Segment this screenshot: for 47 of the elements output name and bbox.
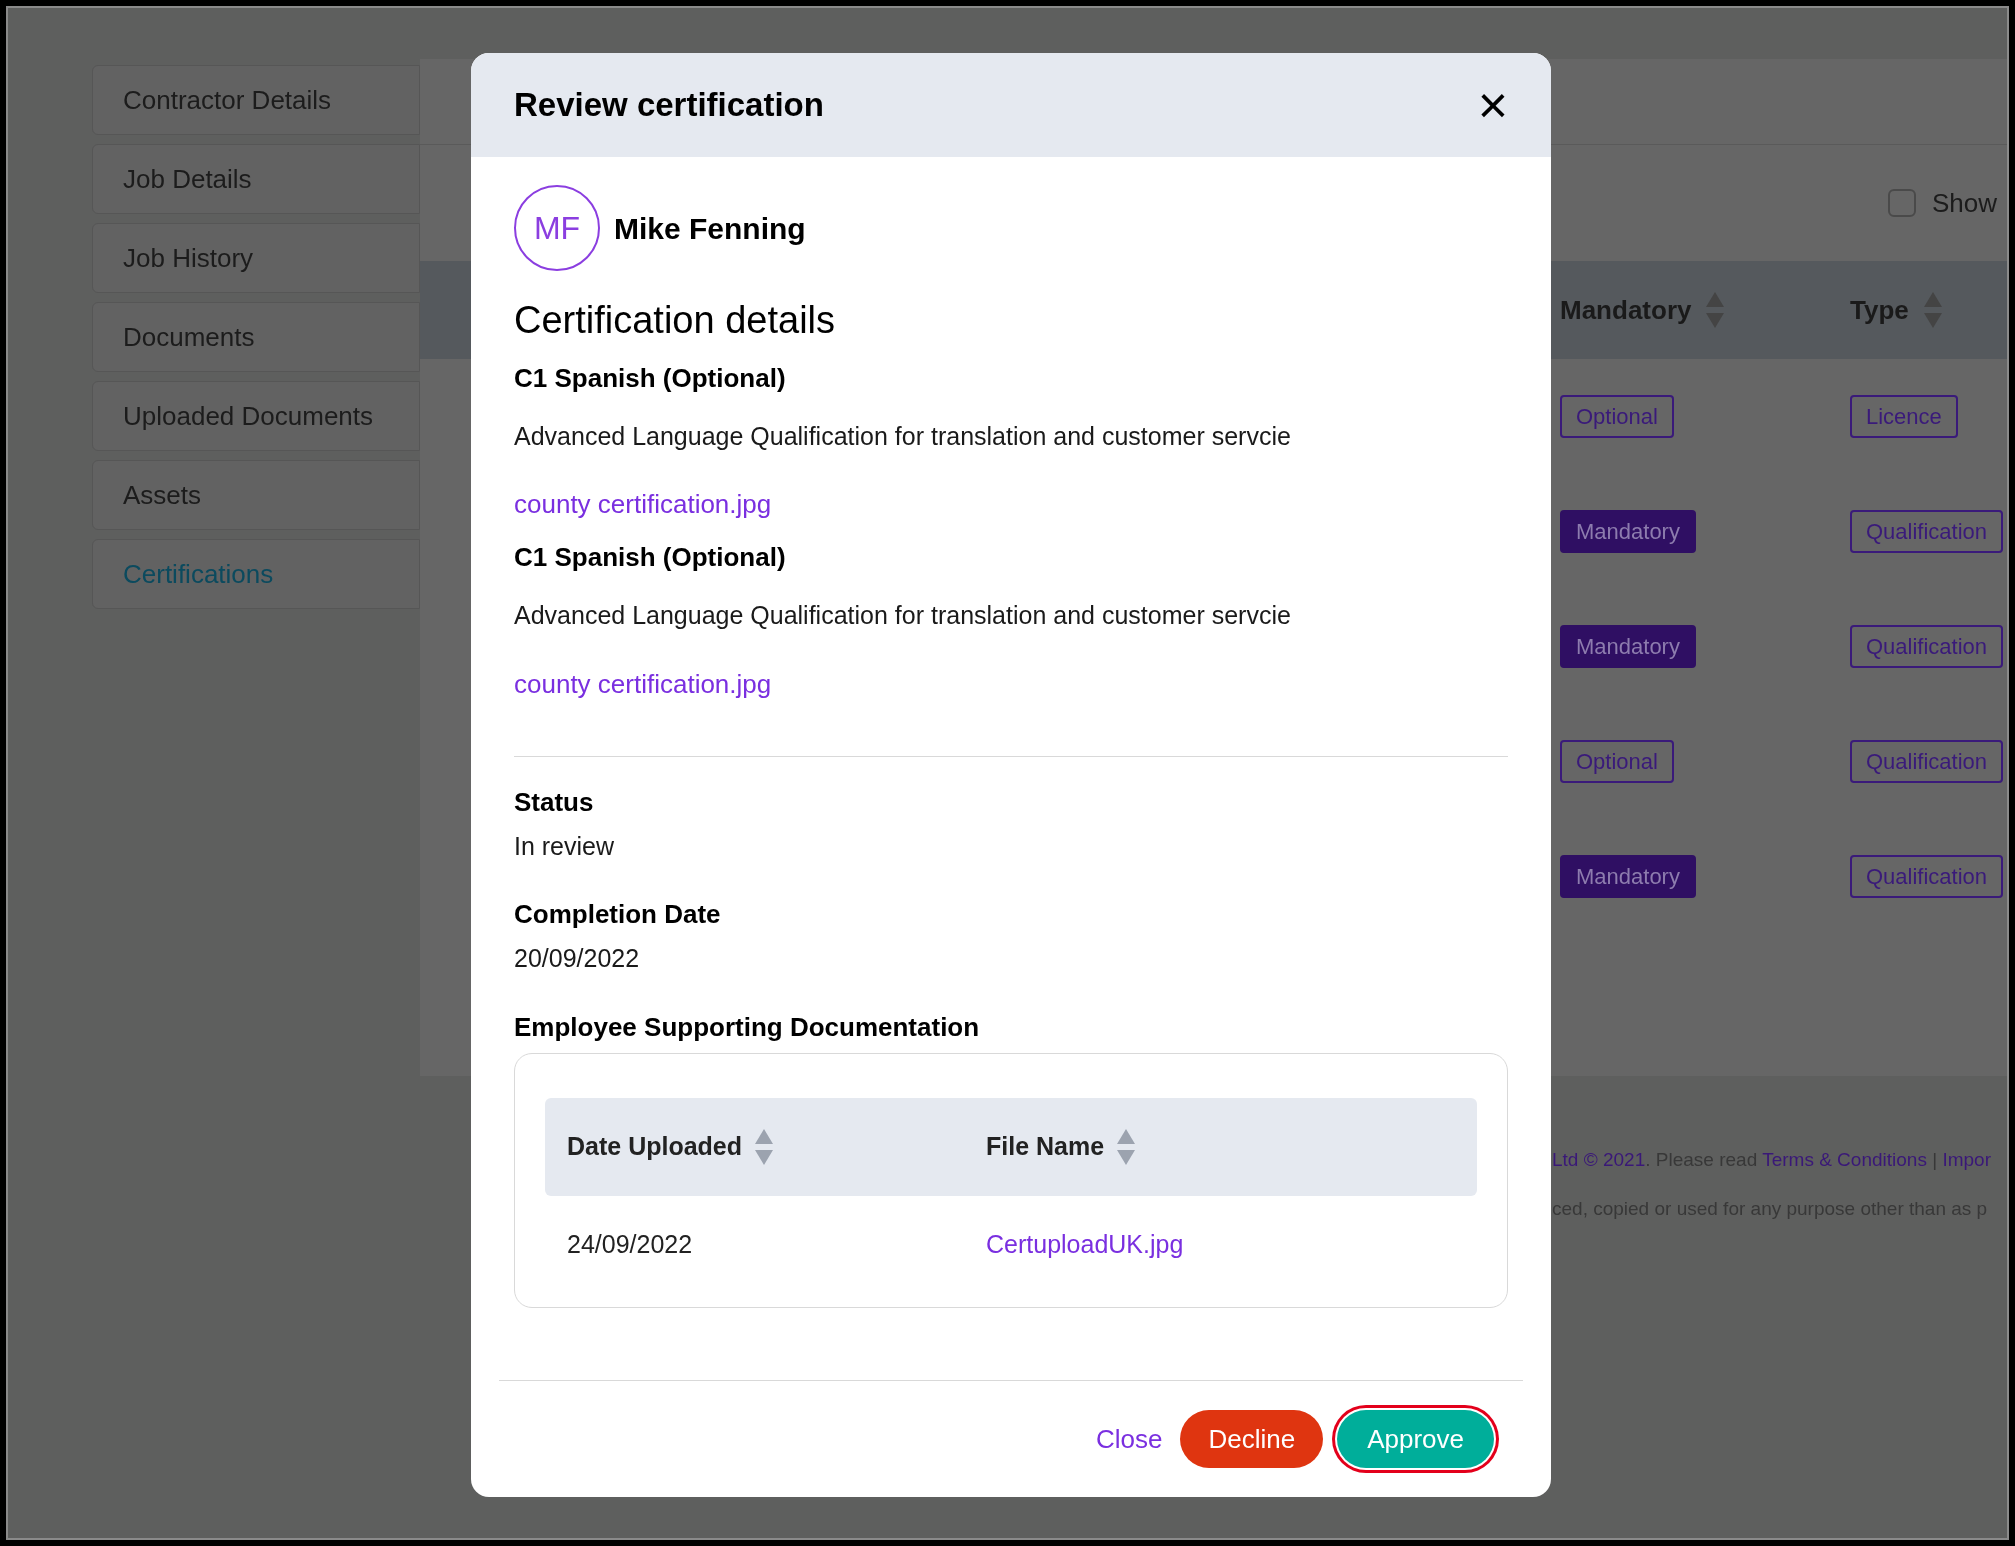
footer-link[interactable]: Terms & Conditions [1762, 1149, 1927, 1170]
requirement-badge: Mandatory [1560, 510, 1696, 553]
field-value: 20/09/2022 [514, 943, 641, 974]
requirement-badge: Optional [1560, 740, 1674, 783]
sidebar-item[interactable]: Uploaded Documents [92, 381, 420, 451]
sidebar-item[interactable]: Documents [92, 302, 420, 372]
column-header[interactable]: Date Uploaded [567, 1127, 743, 1166]
file-link[interactable]: county certification.jpg [514, 485, 772, 524]
sidebar-item[interactable]: Assets [92, 460, 420, 530]
sidebar-item[interactable]: Certifications [92, 539, 420, 609]
sidebar-item[interactable]: Job Details [92, 144, 420, 214]
column-header[interactable]: File Name [986, 1127, 1105, 1166]
file-link[interactable]: county certification.jpg [514, 664, 772, 704]
type-badge: Qualification [1850, 510, 2004, 553]
certification-description: Advanced Language Qualification for translation and customer servcie [514, 600, 1292, 631]
footer-link[interactable]: Impor [1942, 1149, 1991, 1170]
dialog-button[interactable]: Decline [1180, 1410, 1324, 1468]
sort-icon[interactable] [1922, 290, 1943, 330]
person-name: Mike Fenning [614, 210, 806, 247]
close-link[interactable]: Close [1091, 1419, 1167, 1459]
footer-link[interactable]: Ltd © 2021 [1552, 1149, 1646, 1170]
type-badge: Qualification [1850, 740, 2004, 783]
table-cell-text: 24/09/2022 [567, 1228, 694, 1260]
type-badge: Qualification [1850, 855, 2004, 898]
type-badge: Licence [1850, 395, 1958, 438]
sidebar-item[interactable]: Contractor Details [92, 65, 420, 135]
type-badge: Qualification [1850, 625, 2004, 668]
section-title: Certification details [514, 298, 837, 343]
dialog-title: Review certification [514, 85, 824, 126]
certification-title: C1 Spanish (Optional) [514, 361, 787, 395]
avatar: MF [514, 185, 600, 271]
column-header[interactable]: Mandatory [1560, 290, 1692, 330]
file-link[interactable]: CertuploadUK.jpg [986, 1225, 1184, 1263]
sidebar-item[interactable]: Job History [92, 223, 420, 293]
certification-title: C1 Spanish (Optional) [514, 541, 787, 574]
field-label: Status [514, 785, 595, 819]
checkbox-label: Show [1932, 186, 1998, 220]
field-value: In review [514, 830, 616, 862]
certification-description: Advanced Language Qualification for translation and customer servcie [514, 420, 1292, 452]
requirement-badge: Mandatory [1560, 855, 1696, 898]
column-header[interactable]: Type [1850, 290, 1909, 330]
checkbox[interactable] [1888, 189, 1916, 217]
documentation-title: Employee Supporting Documentation [514, 1010, 981, 1044]
requirement-badge: Mandatory [1560, 625, 1696, 668]
sort-icon[interactable] [1705, 290, 1726, 330]
requirement-badge: Optional [1560, 395, 1674, 438]
field-label: Completion Date [514, 898, 722, 931]
